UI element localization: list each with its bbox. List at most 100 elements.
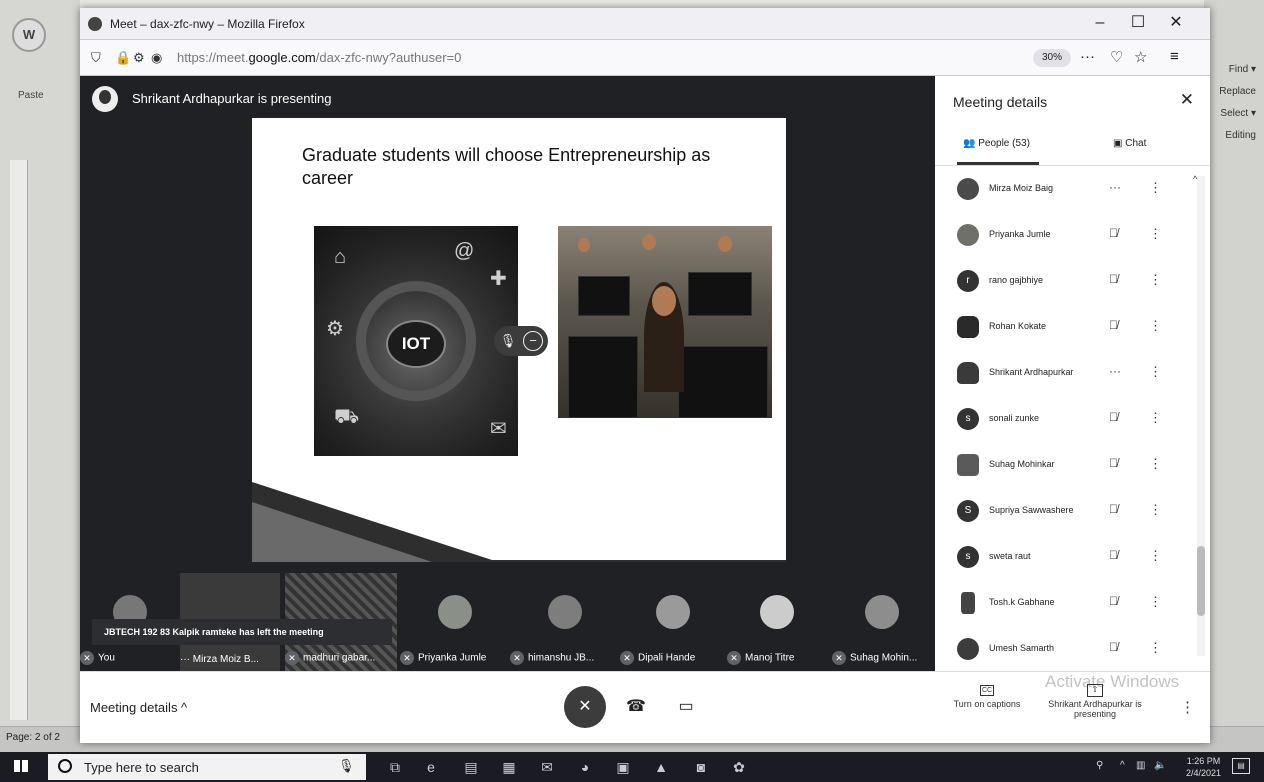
list-item[interactable]: Mirza Moiz Baig ··· ⋮ bbox=[935, 170, 1195, 216]
taskbar-clock[interactable]: 1:26 PM 2/4/2021 bbox=[1186, 755, 1221, 779]
more-options-icon[interactable]: ⋮ bbox=[1149, 226, 1162, 242]
scroll-thumb[interactable] bbox=[1197, 546, 1205, 616]
mic-toggle-button[interactable]: ✕ bbox=[564, 686, 606, 728]
mail-icon[interactable]: ✉ bbox=[536, 756, 558, 778]
left-meeting-toast: JBTECH 192 83 Kalpik ramteke has left th… bbox=[92, 619, 392, 645]
volume-icon[interactable]: 🔈 bbox=[1154, 760, 1166, 771]
tray-overflow-icon[interactable]: ^ bbox=[1120, 760, 1125, 771]
participant-name: rano gajbhiye bbox=[989, 275, 1044, 285]
camera-app-icon[interactable]: ◙ bbox=[690, 756, 712, 778]
tab-chat[interactable]: ▣ Chat bbox=[1113, 138, 1146, 149]
more-options-icon[interactable]: ⋮ bbox=[1149, 640, 1162, 656]
monitor bbox=[578, 276, 630, 316]
minimize-button[interactable]: – bbox=[1088, 12, 1112, 34]
network-icon[interactable]: ▥ bbox=[1136, 760, 1145, 771]
more-options-icon[interactable]: ⋮ bbox=[1149, 318, 1162, 334]
list-item[interactable]: s sonali zunke 🎙̸ ⋮ bbox=[935, 400, 1195, 446]
page-actions-icon[interactable]: ··· bbox=[1080, 48, 1095, 65]
more-icon[interactable]: ··· bbox=[180, 654, 193, 665]
camera-toggle-button[interactable]: ▭ bbox=[665, 686, 707, 728]
word-icon[interactable]: ▣ bbox=[612, 756, 634, 778]
participant-name: sweta raut bbox=[989, 551, 1031, 561]
zoom-level-badge[interactable]: 30% bbox=[1033, 49, 1071, 67]
more-options-icon[interactable]: ⋮ bbox=[1149, 594, 1162, 610]
photos-icon[interactable]: ▲ bbox=[650, 756, 672, 778]
pocket-icon[interactable]: ♡ bbox=[1110, 48, 1123, 66]
presentation-controls[interactable]: 🎙 − bbox=[494, 326, 548, 356]
notifications-icon[interactable]: ▤ bbox=[1232, 758, 1250, 774]
windows-start-icon[interactable] bbox=[0, 752, 44, 782]
camera-sharing-icon[interactable]: ◉ bbox=[151, 50, 162, 66]
list-item[interactable]: Priyanka Jumle 🎙̸ ⋮ bbox=[935, 216, 1195, 262]
mic-off-icon: ✕ bbox=[832, 651, 846, 665]
word-right-ribbon: Find ▾ Replace Select ▾ Editing bbox=[1204, 0, 1264, 752]
mic-off-icon: 🎙̸ bbox=[1109, 502, 1118, 516]
task-view-icon[interactable]: ⧉ bbox=[384, 756, 406, 778]
more-options-icon[interactable]: ⋮ bbox=[1149, 272, 1162, 288]
list-item[interactable]: Suhag Mohinkar 🎙̸ ⋮ bbox=[935, 446, 1195, 492]
close-window-button[interactable]: ✕ bbox=[1164, 12, 1188, 34]
bookmark-star-icon[interactable]: ☆ bbox=[1134, 48, 1147, 66]
edge-icon[interactable]: e bbox=[420, 756, 442, 778]
mic-off-icon: 🎙̸ bbox=[1109, 272, 1118, 286]
meet-favicon-icon bbox=[88, 17, 102, 31]
monitor bbox=[568, 336, 638, 418]
list-item[interactable]: r rano gajbhiye 🎙̸ ⋮ bbox=[935, 262, 1195, 308]
mic-off-icon: 🎙̸ bbox=[1109, 456, 1118, 470]
people-tray-icon[interactable]: ⚲ bbox=[1096, 760, 1103, 771]
participant-tile[interactable]: ✕ Manoj Titre bbox=[727, 573, 827, 671]
monitor bbox=[688, 272, 752, 316]
url-text: https://meet.google.com/dax-zfc-nwy?auth… bbox=[177, 50, 462, 65]
url-bar[interactable]: ⛉ 🔒 ⚙ ◉ https://meet.google.com/dax-zfc-… bbox=[85, 46, 1071, 70]
hang-up-button[interactable]: ☎ bbox=[615, 686, 657, 728]
participant-tile[interactable]: ✕ Dipali Hande bbox=[620, 573, 725, 671]
mic-off-icon: 🎙̸ bbox=[1109, 594, 1118, 608]
office-button-icon[interactable]: W bbox=[12, 18, 46, 52]
store-icon[interactable]: ▦ bbox=[498, 756, 520, 778]
replace-button[interactable]: Replace bbox=[1219, 86, 1256, 97]
shield-icon[interactable]: ⛉ bbox=[91, 50, 101, 66]
audio-level-icon: ··· bbox=[1109, 364, 1121, 378]
meeting-controls-bar: Meeting details ^ ✕ ☎ ▭ Activate Windows… bbox=[80, 671, 1210, 743]
mic-off-icon: ✕ bbox=[578, 698, 592, 715]
more-options-icon[interactable]: ⋮ bbox=[1149, 410, 1162, 426]
paint-icon[interactable]: ✿ bbox=[728, 756, 750, 778]
more-options-icon[interactable]: ⋮ bbox=[1149, 456, 1162, 472]
more-options-icon[interactable]: ⋮ bbox=[1149, 180, 1162, 196]
file-explorer-icon[interactable]: ▤ bbox=[460, 756, 482, 778]
list-item[interactable]: Shrikant Ardhapurkar ··· ⋮ bbox=[935, 354, 1195, 400]
microphone-icon[interactable]: 🎙 bbox=[338, 758, 355, 774]
list-item[interactable]: s sweta raut 🎙̸ ⋮ bbox=[935, 538, 1195, 584]
participant-tile[interactable]: ✕ himanshu JB... bbox=[510, 573, 620, 671]
participant-avatar bbox=[865, 595, 899, 629]
list-item[interactable]: Umesh Samarth 🎙̸ ⋮ bbox=[935, 630, 1195, 664]
presenting-indicator[interactable]: ⇧ Shrikant Ardhapurkar is presenting bbox=[1040, 684, 1150, 719]
hamburger-menu-icon[interactable]: ≡ bbox=[1170, 48, 1179, 65]
more-options-icon[interactable]: ⋮ bbox=[1149, 502, 1162, 518]
participant-tile[interactable]: ✕ Priyanka Jumle bbox=[400, 573, 510, 671]
captions-button[interactable]: CC Turn on captions bbox=[942, 684, 1032, 709]
paste-button[interactable]: Paste bbox=[18, 90, 44, 101]
more-options-icon[interactable]: ⋮ bbox=[1149, 548, 1162, 564]
background-face bbox=[642, 234, 656, 250]
people-scrollbar[interactable] bbox=[1197, 176, 1205, 656]
select-button[interactable]: Select ▾ bbox=[1220, 108, 1256, 119]
more-options-icon[interactable]: ⋮ bbox=[1149, 364, 1162, 380]
lock-icon[interactable]: 🔒 bbox=[115, 50, 131, 66]
meeting-details-button[interactable]: Meeting details ^ bbox=[90, 700, 187, 715]
avatar: S bbox=[957, 500, 979, 522]
more-options-icon[interactable]: ⋮ bbox=[1180, 698, 1195, 716]
tab-people[interactable]: 👥 People (53) bbox=[963, 138, 1030, 149]
list-item[interactable]: Rohan Kokate 🎙̸ ⋮ bbox=[935, 308, 1195, 354]
taskbar-search-box[interactable]: Type here to search 🎙 bbox=[48, 754, 366, 780]
list-item[interactable]: Tosh.k Gabhane 🎙̸ ⋮ bbox=[935, 584, 1195, 630]
firefox-icon[interactable]: ◕ bbox=[574, 756, 596, 778]
microphone-icon[interactable]: 🎙 bbox=[498, 331, 518, 351]
list-item[interactable]: S Supriya Sawwashere 🎙̸ ⋮ bbox=[935, 492, 1195, 538]
maximize-button[interactable]: ☐ bbox=[1126, 12, 1150, 34]
permissions-icon[interactable]: ⚙ bbox=[133, 50, 145, 66]
close-panel-button[interactable]: ✕ bbox=[1180, 90, 1194, 110]
find-button[interactable]: Find ▾ bbox=[1229, 64, 1256, 75]
participant-tile[interactable]: ✕ Suhag Mohin... bbox=[832, 573, 932, 671]
stop-presenting-icon[interactable]: − bbox=[523, 331, 543, 351]
